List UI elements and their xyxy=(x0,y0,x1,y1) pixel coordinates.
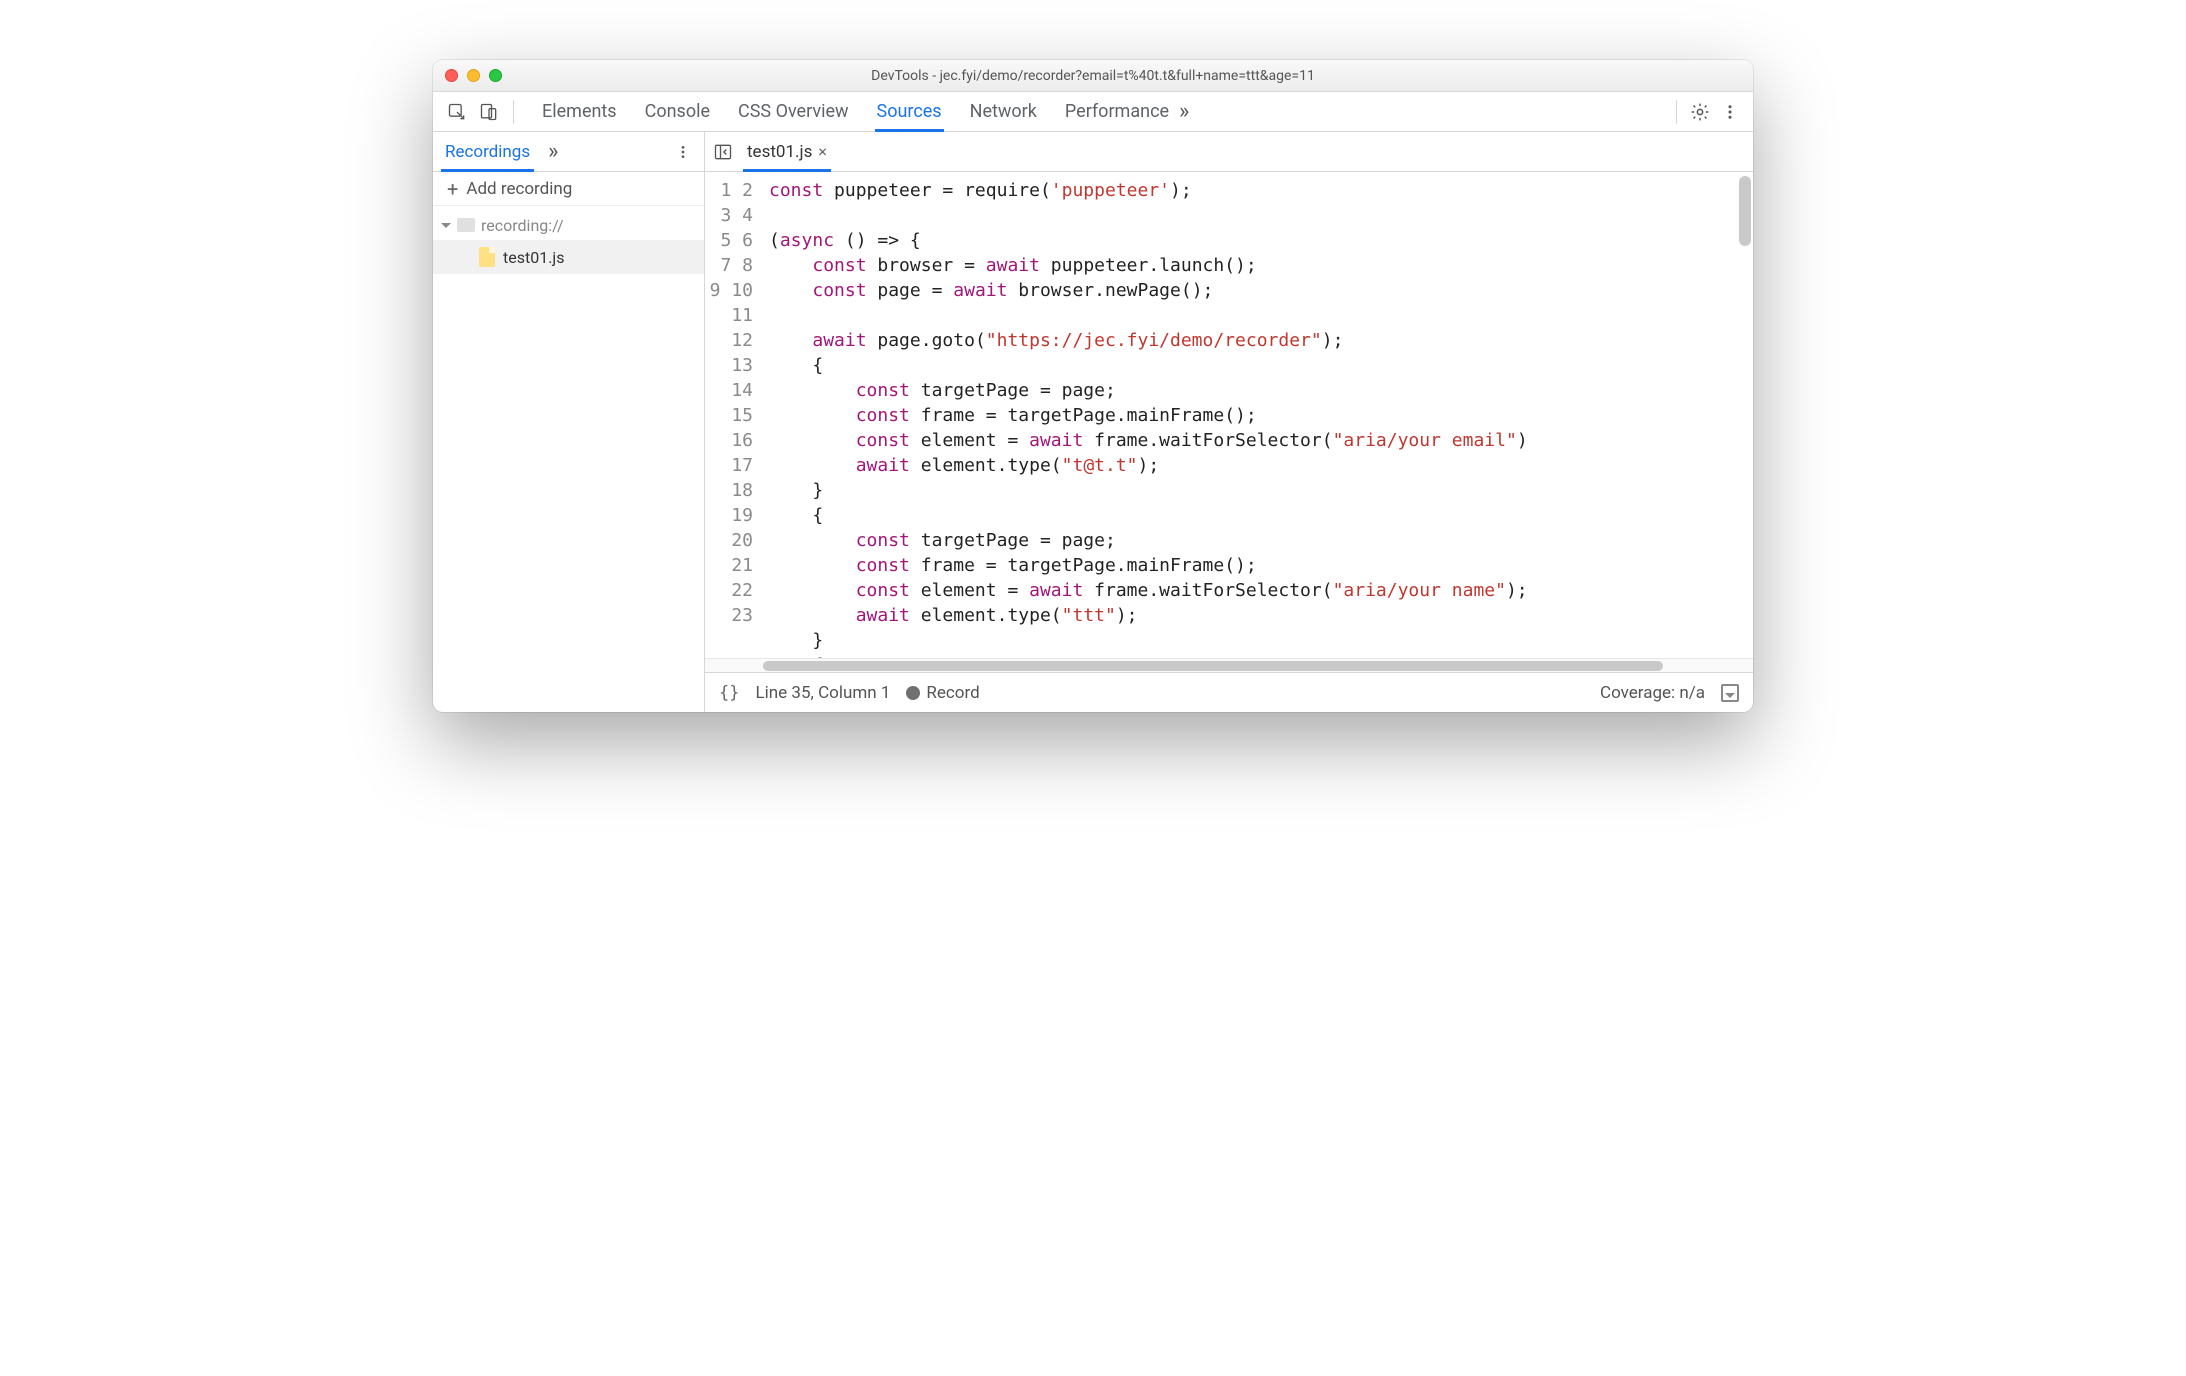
main-toolbar: Elements Console CSS Overview Sources Ne… xyxy=(433,92,1753,132)
vertical-scrollbar[interactable] xyxy=(1739,176,1751,246)
close-window-button[interactable] xyxy=(445,69,458,82)
folder-icon xyxy=(457,218,475,232)
status-bar: {} Line 35, Column 1 Record Coverage: n/… xyxy=(705,672,1753,712)
sidebar-tab-recordings[interactable]: Recordings xyxy=(441,132,534,171)
cursor-position: Line 35, Column 1 xyxy=(755,683,890,703)
code-area[interactable]: 1 2 3 4 5 6 7 8 9 10 11 12 13 14 15 16 1… xyxy=(705,172,1753,658)
tab-sources[interactable]: Sources xyxy=(877,92,942,131)
add-recording-label: Add recording xyxy=(466,179,572,199)
editor: test01.js × 1 2 3 4 5 6 7 8 9 10 11 12 1… xyxy=(705,132,1753,712)
horizontal-scrollbar[interactable] xyxy=(763,661,1663,671)
more-options-icon[interactable] xyxy=(1717,103,1743,121)
editor-tabrow: test01.js × xyxy=(705,132,1753,172)
divider xyxy=(513,100,514,124)
editor-file-tab[interactable]: test01.js × xyxy=(743,132,831,171)
plus-icon: + xyxy=(447,179,458,199)
tree-file-label: test01.js xyxy=(503,248,565,267)
inspect-element-icon[interactable] xyxy=(443,98,471,126)
window-controls xyxy=(445,69,502,82)
divider xyxy=(1676,100,1677,124)
navigator-toggle-icon[interactable] xyxy=(711,140,735,164)
add-recording-button[interactable]: + Add recording xyxy=(433,172,704,206)
panel-body: Recordings » + Add recording recording:/… xyxy=(433,132,1753,712)
window-title: DevTools - jec.fyi/demo/recorder?email=t… xyxy=(433,68,1753,84)
record-icon xyxy=(906,686,920,700)
tab-network[interactable]: Network xyxy=(970,92,1037,131)
line-gutter: 1 2 3 4 5 6 7 8 9 10 11 12 13 14 15 16 1… xyxy=(705,172,763,658)
tab-console[interactable]: Console xyxy=(645,92,710,131)
file-icon xyxy=(479,247,495,267)
tree-file[interactable]: test01.js xyxy=(433,240,704,274)
tab-performance[interactable]: Performance xyxy=(1065,92,1169,131)
zoom-window-button[interactable] xyxy=(489,69,502,82)
coverage-status: Coverage: n/a xyxy=(1600,683,1705,703)
tree-root-label: recording:// xyxy=(481,216,564,235)
minimize-window-button[interactable] xyxy=(467,69,480,82)
tab-css-overview[interactable]: CSS Overview xyxy=(738,92,849,131)
tree-folder[interactable]: recording:// xyxy=(433,210,704,240)
horizontal-scrollbar-track xyxy=(705,658,1753,672)
device-toolbar-icon[interactable] xyxy=(475,98,503,126)
sidebar: Recordings » + Add recording recording:/… xyxy=(433,132,705,712)
editor-file-name: test01.js xyxy=(747,142,812,162)
settings-icon[interactable] xyxy=(1687,102,1713,122)
sidebar-tabrow: Recordings » xyxy=(433,132,704,172)
sidebar-more-tabs-icon[interactable]: » xyxy=(542,139,564,164)
sidebar-options-icon[interactable] xyxy=(670,144,696,160)
source-map-icon[interactable] xyxy=(1721,684,1739,702)
titlebar: DevTools - jec.fyi/demo/recorder?email=t… xyxy=(433,60,1753,92)
devtools-window: DevTools - jec.fyi/demo/recorder?email=t… xyxy=(433,60,1753,712)
recordings-tree: recording:// test01.js xyxy=(433,206,704,278)
record-button[interactable]: Record xyxy=(906,683,979,703)
panel-tabs: Elements Console CSS Overview Sources Ne… xyxy=(542,92,1169,131)
pretty-print-icon[interactable]: {} xyxy=(719,683,739,703)
close-tab-icon[interactable]: × xyxy=(818,142,827,161)
tab-elements[interactable]: Elements xyxy=(542,92,617,131)
code-content[interactable]: const puppeteer = require('puppeteer'); … xyxy=(763,172,1753,658)
more-tabs-icon[interactable]: » xyxy=(1173,99,1195,124)
